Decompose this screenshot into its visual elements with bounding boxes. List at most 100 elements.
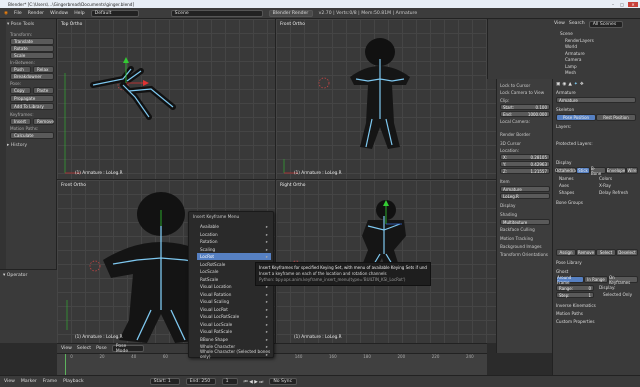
push-button[interactable]: Push	[10, 66, 31, 73]
shapes-checkbox[interactable]: Shapes	[559, 190, 574, 195]
names-checkbox[interactable]: Names	[559, 176, 574, 181]
operator-header[interactable]: ▾ Operator	[3, 273, 27, 278]
stick-button[interactable]: Stick	[576, 167, 590, 174]
cursor-section[interactable]: 3D Cursor	[500, 141, 521, 146]
viewport-top-right[interactable]: Front Ortho (1) Armature : LoLeg.R	[276, 19, 496, 180]
motion-tracking-section[interactable]: Motion Tracking	[500, 236, 533, 241]
menu-item[interactable]: Rotation ▸	[197, 238, 271, 245]
menu-item[interactable]: Visual Scaling ▸	[197, 298, 271, 305]
menu-item[interactable]: Whole Character (Selected bones only) ▸	[197, 349, 271, 359]
delay-refresh-checkbox[interactable]: Delay Refresh	[599, 190, 628, 195]
timeline-playback-menu[interactable]: Playback	[63, 379, 84, 384]
display-section[interactable]: Display	[556, 160, 571, 165]
item-name-field[interactable]: Armature	[500, 186, 550, 192]
viewport-top-left[interactable]: Top Ortho (1) Armature : LoLeg.R	[57, 19, 276, 180]
outliner-view-menu[interactable]: View	[554, 21, 565, 28]
scale-button[interactable]: Scale	[10, 52, 54, 59]
render-border-checkbox[interactable]: Render Border	[500, 132, 530, 137]
render-engine-selector[interactable]: Blender Render	[268, 9, 313, 17]
ghost-section[interactable]: Ghost	[556, 269, 568, 274]
pose-position-button[interactable]: Pose Position	[556, 114, 596, 121]
assign-button[interactable]: Assign	[556, 249, 576, 256]
translate-button[interactable]: Translate	[10, 38, 54, 45]
select-button[interactable]: Select	[596, 249, 616, 256]
deselect-button[interactable]: Deselect	[616, 249, 638, 256]
item-section[interactable]: Item	[500, 179, 510, 184]
ghost-range-field[interactable]: Range: 0	[556, 285, 594, 291]
menu-item[interactable]: LocRot ▸	[197, 253, 271, 260]
calculate-button[interactable]: Calculate	[10, 132, 54, 139]
menu-render[interactable]: Render	[28, 11, 44, 16]
start-frame-field[interactable]: Start: 1	[149, 378, 180, 385]
in-range-button[interactable]: In Range	[584, 276, 608, 283]
axes-checkbox[interactable]: Axes	[559, 183, 569, 188]
bbone-button[interactable]: B-Bone	[590, 166, 606, 176]
cursor-y-field[interactable]: Y: 0.42963	[500, 161, 550, 167]
motion-paths-section[interactable]: Motion Paths	[556, 311, 583, 316]
remove-button[interactable]: Remove	[576, 249, 596, 256]
shading-section[interactable]: Shading	[500, 212, 517, 217]
remove-keyframe-button[interactable]: Remove	[33, 118, 54, 125]
render-tab-icon[interactable]: ▣	[556, 82, 560, 87]
on-keyframes-button[interactable]: On Keyframes	[608, 275, 638, 285]
propagate-button[interactable]: Propagate	[10, 95, 54, 102]
minimize-icon[interactable]: –	[610, 2, 616, 7]
armature-tab-icon[interactable]: ✦	[574, 82, 578, 87]
inverse-kinematics-section[interactable]: Inverse Kinematics	[556, 303, 596, 308]
relax-button[interactable]: Relax	[33, 66, 54, 73]
menu-item[interactable]: Visual LocRotScale ▸	[197, 313, 271, 320]
pose-library-section[interactable]: Pose Library	[556, 260, 582, 265]
rotate-button[interactable]: Rotate	[10, 45, 54, 52]
lock-cursor-checkbox[interactable]: Lock to Cursor	[500, 83, 530, 88]
bone-tab-icon[interactable]: ❖	[580, 82, 584, 87]
custom-properties-section[interactable]: Custom Properties	[556, 319, 595, 324]
tool-shelf-tabs[interactable]	[0, 19, 6, 269]
rest-position-button[interactable]: Rest Position	[596, 114, 636, 121]
shading-select[interactable]: Multitexture	[500, 219, 550, 225]
backface-culling-checkbox[interactable]: Backface Culling	[500, 227, 535, 232]
selected-only-checkbox[interactable]: Selected Only	[603, 292, 632, 297]
menu-item[interactable]: BBone Shape ▸	[197, 336, 271, 343]
transform-orientations-section[interactable]: Transform Orientations	[500, 252, 548, 257]
object-tab-icon[interactable]: ▲	[568, 82, 572, 87]
display-section[interactable]: Display	[500, 203, 515, 208]
armature-name-field[interactable]: Armature	[556, 97, 636, 103]
insert-keyframe-button[interactable]: Insert	[10, 118, 31, 125]
timeline-view-menu[interactable]: View	[4, 379, 15, 384]
pose-tools-header[interactable]: ▾ Pose Tools	[7, 22, 55, 28]
pose-menu[interactable]: Pose	[96, 346, 107, 351]
menu-item[interactable]: Visual RotScale ▸	[197, 328, 271, 335]
wire-button[interactable]: Wire	[626, 167, 638, 174]
menu-item[interactable]: Scaling ▸	[197, 246, 271, 253]
scene-selector[interactable]: Scene	[170, 9, 263, 17]
menu-item[interactable]: Location ▸	[197, 231, 271, 238]
menu-item[interactable]: Available ▸	[197, 223, 271, 230]
menu-item[interactable]: Visual LocScale ▸	[197, 321, 271, 328]
current-frame-field[interactable]: 1	[221, 378, 238, 385]
timeline-marker-menu[interactable]: Marker	[21, 379, 37, 384]
cursor-z-field[interactable]: Z: 1.21557	[500, 168, 550, 174]
background-images-section[interactable]: Background Images	[500, 244, 542, 249]
tree-item[interactable]: Mesh	[560, 70, 594, 77]
breakdowner-button[interactable]: Breakdowner	[10, 73, 54, 80]
colors-checkbox[interactable]: Colors	[599, 176, 612, 181]
skeleton-section[interactable]: Skeleton	[556, 107, 574, 112]
layout-selector[interactable]: Default	[90, 9, 139, 17]
octahedral-button[interactable]: Octahedral	[555, 167, 577, 174]
add-to-library-button[interactable]: Add To Library	[10, 103, 54, 110]
clip-end-field[interactable]: End: 1000.000	[500, 111, 550, 117]
outliner-display-select[interactable]: All Scenes	[588, 21, 623, 28]
mode-select[interactable]: Pose Mode	[111, 344, 144, 354]
lock-camera-checkbox[interactable]: Lock Camera to View	[500, 90, 544, 95]
playback-controls[interactable]: ⏮ ◀ ▶ ⏭	[244, 379, 264, 385]
clip-start-field[interactable]: Start: 0.100	[500, 104, 550, 110]
current-frame-line[interactable]	[65, 354, 66, 376]
close-icon[interactable]: ✕	[628, 1, 638, 7]
ghost-step-field[interactable]: Step: 1	[556, 292, 594, 298]
timeline-frame-menu[interactable]: Frame	[43, 379, 57, 384]
envelope-button[interactable]: Envelope	[606, 167, 626, 174]
gingerbread-figure[interactable]	[276, 19, 496, 180]
sync-select[interactable]: No Sync	[269, 378, 298, 385]
outliner-search-menu[interactable]: Search	[569, 21, 585, 28]
paste-button[interactable]: Paste	[33, 87, 54, 94]
